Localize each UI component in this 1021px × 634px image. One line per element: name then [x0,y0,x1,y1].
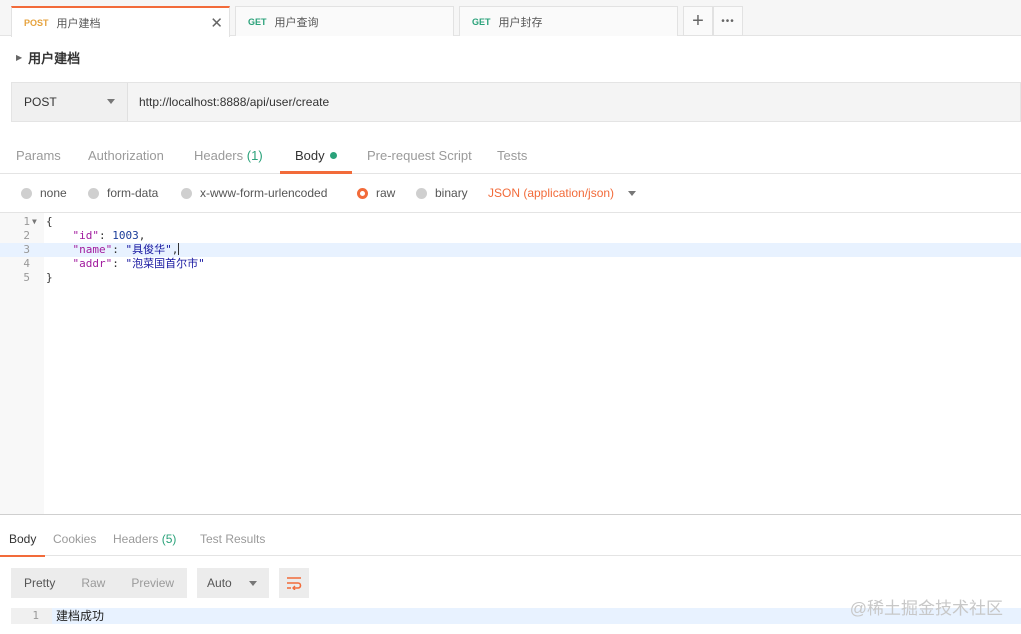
code-line: 5 } [0,271,1021,285]
response-tabs: Body Cookies Headers (5) Test Results [0,524,1021,557]
request-name[interactable]: ▶ 用户建档 [16,48,80,67]
code-text: } [46,271,53,284]
add-tab-button[interactable]: + [683,6,713,36]
tab-method: GET [472,16,491,27]
response-headers-count: (5) [161,532,177,546]
json-value: 1003 [112,229,139,242]
json-comma: , [138,229,146,242]
view-mode-segment: Pretty Raw Preview [11,568,188,598]
line-number: 5 [23,271,30,284]
radio-icon [21,187,32,199]
tab-tests[interactable]: Tests [497,138,527,174]
tab-label: 用户查询 [274,16,319,29]
wrap-lines-button[interactable] [279,568,310,598]
response-tab-headers[interactable]: Headers (5) [113,532,176,546]
tab-user-archive[interactable]: GET 用户封存 [459,6,678,36]
raw-button[interactable]: Raw [68,576,118,590]
radio-selected-icon [357,187,368,199]
code-line: 1 ▼ { [0,215,1021,229]
format-value: Auto [207,576,232,590]
tab-body-label: Body [295,148,325,163]
request-tab-strip: POST 用户建档 ✕ GET 用户查询 GET 用户封存 + ••• [0,0,1021,37]
json-key: "name" [72,243,113,256]
json-value: "具俊华" [125,243,172,256]
radio-label: none [40,186,67,200]
pretty-button[interactable]: Pretty [11,576,68,590]
radio-label: form-data [107,186,159,200]
response-toolbar: Pretty Raw Preview Auto [11,568,310,598]
radio-form-data[interactable]: form-data [88,186,158,200]
tab-pre-request-script[interactable]: Pre-request Script [367,138,472,174]
url-input[interactable] [128,83,1020,121]
code-line: 2 "id": 1003, [0,229,1021,243]
chevron-down-icon [107,99,115,104]
modified-dot-icon [329,152,337,159]
request-name-label: 用户建档 [28,51,81,66]
json-key: "addr" [72,257,113,270]
tab-label: 用户封存 [498,16,543,29]
response-tab-cookies[interactable]: Cookies [53,532,96,546]
line-number: 2 [23,229,30,242]
json-value: "泡菜国首尔市" [125,257,205,270]
format-select[interactable]: Auto [197,568,270,598]
radio-icon [416,187,427,199]
radio-urlencoded[interactable]: x-www-form-urlencoded [181,186,327,200]
radio-binary[interactable]: binary [416,186,468,200]
more-tabs-button[interactable]: ••• [713,6,743,36]
tab-params[interactable]: Params [16,138,61,174]
content-type-select[interactable]: JSON (application/json) [488,186,637,200]
json-key: "id" [72,229,100,242]
code-text: "id": 1003, [72,229,146,242]
tab-user-query[interactable]: GET 用户查询 [235,6,454,36]
body-type-options: none form-data x-www-form-urlencoded raw… [0,180,1021,210]
content-type-value: JSON (application/json) [488,186,615,200]
radio-icon [88,187,99,199]
radio-icon [181,187,192,199]
code-text: "addr": "泡菜国首尔市" [72,257,205,270]
tab-method: POST [24,17,49,28]
radio-label: binary [435,186,468,200]
tab-user-create[interactable]: POST 用户建档 ✕ [11,6,230,37]
tab-method: GET [248,16,267,27]
code-line: 4 "addr": "泡菜国首尔市" [0,257,1021,271]
chevron-down-icon [628,190,637,196]
json-comma: , [171,243,179,256]
radio-label: raw [376,186,396,200]
method-value: POST [24,95,57,109]
code-line-active: 3 "name": "具俊华", [0,243,1021,257]
caret-right-icon[interactable]: ▶ [16,53,22,62]
text-cursor [178,243,180,255]
chevron-down-icon [249,581,258,586]
preview-button[interactable]: Preview [118,576,187,590]
tab-authorization[interactable]: Authorization [88,138,164,174]
url-bar: POST [11,82,1021,122]
response-tab-body[interactable]: Body [0,532,46,557]
request-tabs: Params Authorization Headers (1) Body Pr… [0,138,1021,174]
headers-count: (1) [246,148,263,163]
response-headers-label: Headers [113,532,159,546]
line-number: 4 [23,257,30,270]
code-text: "name": "具俊华", [72,243,180,256]
tab-label: 用户建档 [56,17,101,30]
code-text: { [46,215,53,228]
response-tab-test-results[interactable]: Test Results [200,532,265,546]
body-editor[interactable]: 1 ▼ { 2 "id": 1003, 3 "name": "具俊华", 4 "… [0,212,1021,515]
line-number: 1 [32,609,39,622]
method-select[interactable]: POST [12,83,128,121]
wrap-icon [287,577,302,590]
line-number: 3 [23,243,30,256]
tab-body[interactable]: Body [280,138,352,174]
watermark: @稀土掘金技术社区 [849,599,1003,618]
tab-headers-label: Headers [194,148,244,163]
radio-none[interactable]: none [21,186,67,200]
tab-headers[interactable]: Headers (1) [194,138,263,174]
response-text: 建档成功 [56,609,105,623]
close-icon[interactable]: ✕ [210,14,223,32]
radio-label: x-www-form-urlencoded [200,186,328,200]
line-number: 1 [23,215,30,228]
fold-arrow-icon[interactable]: ▼ [32,215,37,229]
radio-raw[interactable]: raw [357,186,395,200]
